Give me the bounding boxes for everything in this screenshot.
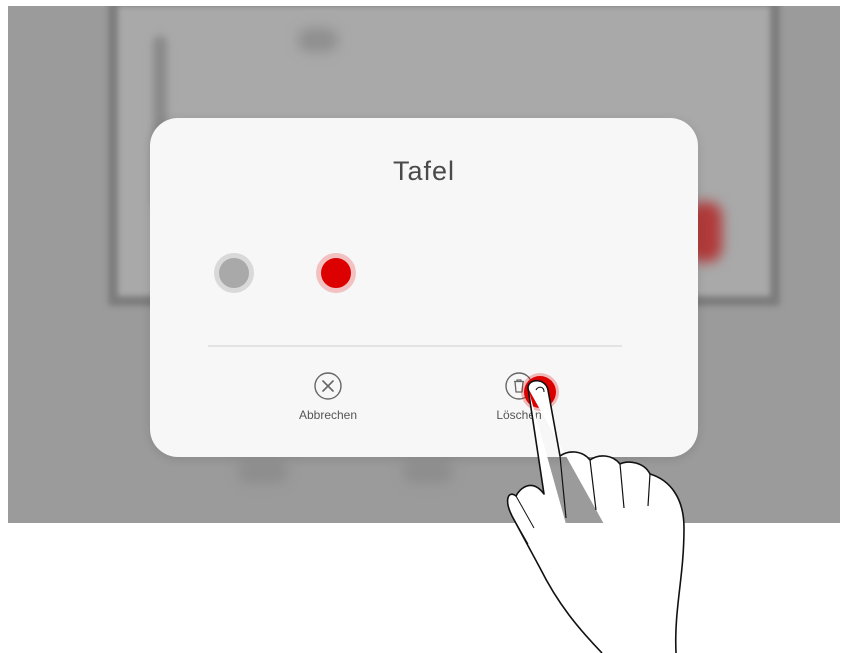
color-swatch-grey[interactable] [214,253,254,293]
background-element [403,461,453,483]
pointing-hand-icon [506,379,685,653]
background-element [298,28,338,52]
cancel-label: Abbrechen [298,408,358,422]
background-element [238,461,288,483]
cancel-button[interactable]: Abbrechen [268,371,388,422]
close-circle-icon [314,372,342,400]
divider [208,345,622,347]
dialog-title: Tafel [392,156,456,186]
color-swatch-red[interactable] [316,253,356,293]
